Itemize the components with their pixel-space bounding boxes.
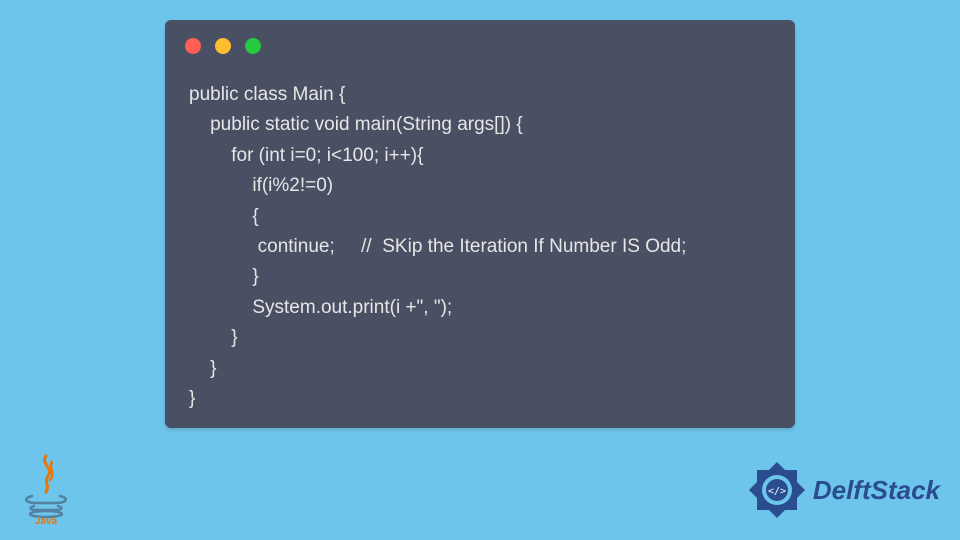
window-traffic-lights (185, 38, 261, 54)
brand-name: DelftStack (813, 475, 940, 506)
brand-logo: </> DelftStack (747, 460, 940, 520)
close-icon (185, 38, 201, 54)
minimize-icon (215, 38, 231, 54)
code-window: public class Main { public static void m… (165, 20, 795, 428)
java-logo-icon: Java (20, 454, 72, 524)
maximize-icon (245, 38, 261, 54)
svg-text:Java: Java (35, 516, 58, 524)
delftstack-icon: </> (747, 460, 807, 520)
svg-text:</>: </> (768, 486, 786, 497)
code-block: public class Main { public static void m… (189, 80, 775, 414)
